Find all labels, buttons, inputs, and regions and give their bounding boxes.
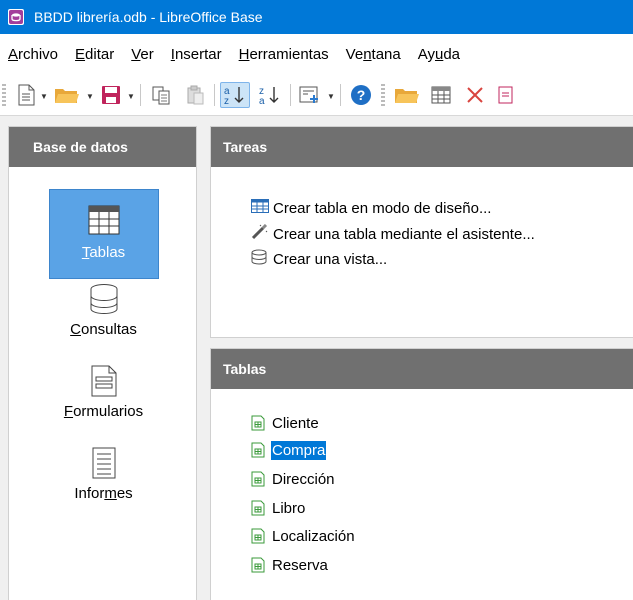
report-icon[interactable] (494, 82, 518, 108)
table-icon[interactable] (428, 82, 454, 108)
menu-ver[interactable]: Ver (131, 46, 154, 63)
tables-panel: Tablas Cliente Compra Dirección Libro Lo… (210, 348, 633, 600)
task-label-view: Crear una vista... (273, 250, 388, 268)
nav-label-tablas: Tablas (81, 244, 126, 261)
report-list-icon (84, 443, 124, 483)
svg-text:?: ? (357, 87, 366, 103)
open-database-object-icon[interactable] (392, 82, 422, 108)
table-file-icon (251, 415, 265, 431)
table-file-icon (251, 442, 265, 458)
form-document-icon (84, 361, 124, 401)
menu-ventana[interactable]: Ventana (346, 46, 401, 63)
title-bar: BBDD librería.odb - LibreOffice Base (0, 0, 633, 34)
task-label-wizard: Crear una tabla mediante el asistente... (273, 225, 535, 243)
table-name: Localización (272, 527, 355, 545)
tables-panel-header: Tablas (211, 349, 633, 389)
toolbar-grip[interactable] (2, 84, 6, 106)
task-create-view[interactable]: Crear una vista... (251, 249, 387, 269)
sort-ascending-icon[interactable]: az (220, 82, 250, 108)
window-title: BBDD librería.odb - LibreOffice Base (34, 9, 263, 25)
table-row-localizacion[interactable]: Localización (251, 525, 356, 547)
menu-herramientas[interactable]: Herramientas (239, 46, 329, 63)
help-icon[interactable]: ? (348, 82, 374, 108)
nav-item-tablas[interactable]: Tablas (9, 189, 198, 279)
database-panel: Base de datos Tablas Consultas Formulari… (8, 126, 197, 600)
task-label-design: Crear tabla en modo de diseño... (273, 199, 492, 217)
open-folder-icon[interactable] (52, 82, 82, 108)
table-design-icon (251, 199, 273, 217)
menu-ayuda[interactable]: Ayuda (418, 46, 460, 63)
table-name: Cliente (272, 414, 319, 432)
menu-archivo[interactable]: Archivo (8, 46, 58, 63)
table-icon (84, 200, 124, 240)
table-row-direccion[interactable]: Dirección (251, 468, 336, 490)
form-icon[interactable] (296, 82, 324, 108)
tasks-panel-header: Tareas (211, 127, 633, 167)
table-row-cliente[interactable]: Cliente (251, 412, 320, 434)
open-dropdown-arrow[interactable]: ▼ (86, 92, 94, 101)
table-row-compra[interactable]: Compra (251, 439, 327, 461)
menu-bar: Archivo Editar Ver Insertar Herramientas… (0, 34, 633, 74)
delete-icon[interactable] (462, 82, 488, 108)
table-row-libro[interactable]: Libro (251, 497, 306, 519)
database-query-icon (84, 279, 124, 319)
libreoffice-base-icon (8, 9, 24, 25)
paste-icon[interactable] (182, 82, 208, 108)
menu-editar[interactable]: Editar (75, 46, 114, 63)
nav-item-informes[interactable]: Informes (9, 443, 198, 502)
nav-item-consultas[interactable]: Consultas (9, 279, 198, 338)
table-name: Compra (271, 440, 327, 460)
table-name: Libro (272, 499, 306, 517)
new-dropdown-arrow[interactable]: ▼ (40, 92, 48, 101)
table-name: Dirección (272, 470, 335, 488)
toolbar-grip-2[interactable] (381, 84, 385, 106)
table-file-icon (251, 500, 265, 516)
table-file-icon (251, 528, 265, 544)
tasks-panel: Tareas Crear tabla en modo de diseño... … (210, 126, 633, 338)
database-panel-header: Base de datos (9, 127, 196, 167)
wizard-wand-icon (251, 223, 273, 244)
task-create-table-design[interactable]: Crear tabla en modo de diseño... (251, 199, 491, 217)
nav-label-consultas: Consultas (70, 321, 137, 338)
svg-text:z: z (224, 96, 229, 106)
task-create-table-wizard[interactable]: Crear una tabla mediante el asistente... (251, 223, 535, 244)
save-icon[interactable] (98, 82, 124, 108)
view-icon (251, 249, 273, 269)
new-document-icon[interactable] (14, 82, 38, 108)
table-name: Reserva (272, 556, 328, 574)
copy-icon[interactable] (148, 82, 174, 108)
nav-item-formularios[interactable]: Formularios (9, 361, 198, 420)
sort-descending-icon[interactable]: za (256, 82, 284, 108)
table-file-icon (251, 557, 265, 573)
menu-insertar[interactable]: Insertar (171, 46, 222, 63)
table-file-icon (251, 471, 265, 487)
nav-label-informes: Informes (74, 485, 133, 502)
nav-label-formularios: Formularios (63, 403, 144, 420)
svg-text:a: a (259, 96, 265, 106)
table-row-reserva[interactable]: Reserva (251, 554, 329, 576)
standard-toolbar: ▼ ▼ ▼ az za ▼ ? (0, 74, 633, 116)
form-dropdown-arrow[interactable]: ▼ (327, 92, 335, 101)
save-dropdown-arrow[interactable]: ▼ (127, 92, 135, 101)
